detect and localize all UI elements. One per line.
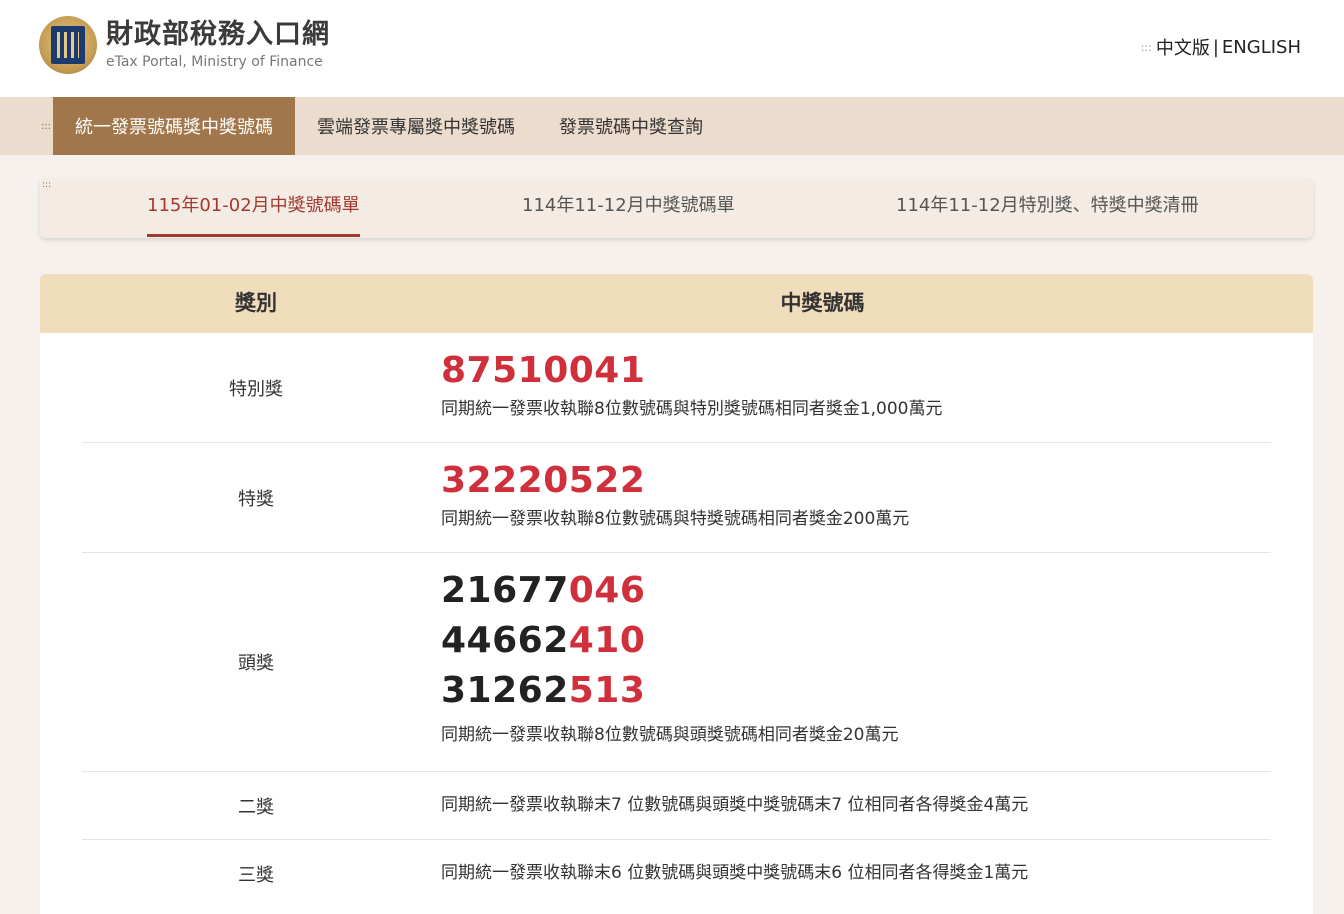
column-header-numbers: 中獎號碼 [780,291,865,315]
lang-english-link[interactable]: ENGLISH [1222,37,1301,58]
tabs-access-key: ::: [42,180,52,190]
special-prize-number: 87510041 [441,350,646,391]
first-prize-number: 44662410 [441,620,646,661]
grand-prize-number: 32220522 [441,460,646,501]
first-prize-number: 21677046 [441,570,646,611]
tab-114-11-12[interactable]: 114年11-12月中獎號碼單 [522,178,735,238]
logo-title: 財政部稅務入口網 [106,19,330,50]
table-row-grand-prize: 特獎 32220522 同期統一發票收執聯8位數號碼與特獎號碼相同者獎金200萬… [82,443,1271,553]
prize-description: 同期統一發票收執聯末7 位數號碼與頭獎中獎號碼末7 位相同者各得獎金4萬元 [441,795,1029,815]
prize-description: 同期統一發票收執聯8位數號碼與特別獎號碼相同者獎金1,000萬元 [441,399,943,419]
prize-label: 二獎 [238,796,274,818]
site-logo[interactable]: 財政部稅務入口網 eTax Portal, Ministry of Financ… [39,16,330,74]
tab-115-01-02[interactable]: 115年01-02月中獎號碼單 [147,178,360,238]
prize-table: 獎別 中獎號碼 特別獎 87510041 同期統一發票收執聯8位數號碼與特別獎號… [40,274,1313,914]
lang-separator: | [1212,36,1219,58]
nav-prize-lookup[interactable]: 發票號碼中獎查詢 [537,97,725,155]
prize-label: 頭獎 [238,653,274,674]
nav-invoice-prize-numbers[interactable]: 統一發票號碼獎中獎號碼 [53,97,295,155]
access-key-marker: ::: [1140,40,1152,54]
nav-access-key: ::: [41,121,52,132]
prize-label: 特別獎 [229,378,283,400]
logo-subtitle: eTax Portal, Ministry of Finance [106,54,323,70]
table-row-second-prize: 二獎 同期統一發票收執聯末7 位數號碼與頭獎中獎號碼末7 位相同者各得獎金4萬元 [82,772,1271,840]
language-switcher: ::: 中文版 | ENGLISH [1141,34,1301,60]
main-nav: ::: 統一發票號碼獎中獎號碼 雲端發票專屬獎中獎號碼 發票號碼中獎查詢 [0,97,1344,155]
site-header: 財政部稅務入口網 eTax Portal, Ministry of Financ… [0,0,1344,97]
table-row-special-prize: 特別獎 87510041 同期統一發票收執聯8位數號碼與特別獎號碼相同者獎金1,… [82,333,1271,443]
prize-description: 同期統一發票收執聯8位數號碼與頭獎號碼相同者獎金20萬元 [441,725,899,745]
prize-label: 特獎 [238,488,274,510]
first-prize-number: 31262513 [441,670,646,711]
column-header-prize: 獎別 [235,291,277,315]
ministry-seal-icon [39,16,97,74]
nav-cloud-invoice-prize[interactable]: 雲端發票專屬獎中獎號碼 [295,97,537,155]
period-tabs: ::: 115年01-02月中獎號碼單 114年11-12月中獎號碼單 114年… [40,178,1313,238]
table-header: 獎別 中獎號碼 [40,274,1313,333]
table-row-first-prize: 頭獎 21677046 44662410 31262513 同期統一發票收執聯8… [82,553,1271,772]
prize-description: 同期統一發票收執聯末6 位數號碼與頭獎中獎號碼末6 位相同者各得獎金1萬元 [441,863,1029,883]
prize-description: 同期統一發票收執聯8位數號碼與特獎號碼相同者獎金200萬元 [441,509,910,529]
lang-chinese-link[interactable]: 中文版 [1156,34,1210,60]
tab-114-11-12-special-list[interactable]: 114年11-12月特別獎、特獎中獎清冊 [896,178,1199,238]
